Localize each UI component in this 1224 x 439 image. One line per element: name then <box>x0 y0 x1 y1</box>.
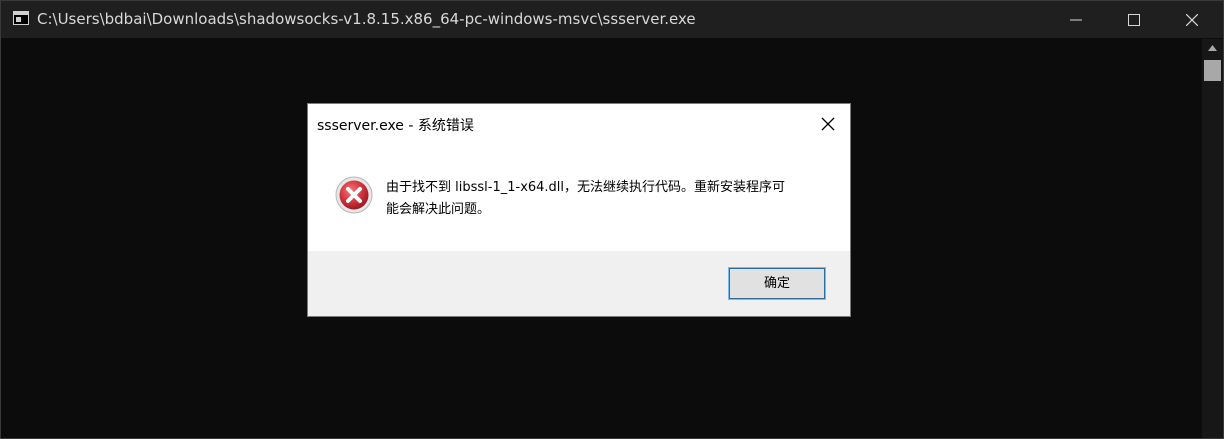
minimize-button[interactable] <box>1047 1 1105 38</box>
error-dialog: ssserver.exe - 系统错误 由于找不到 libssl-1_1-x64… <box>308 104 850 316</box>
window-title: C:\Users\bdbai\Downloads\shadowsocks-v1.… <box>37 10 696 28</box>
close-icon <box>1186 14 1198 26</box>
maximize-button[interactable] <box>1105 1 1163 38</box>
scroll-up-arrow-icon[interactable] <box>1208 45 1217 51</box>
close-icon <box>821 117 835 131</box>
vertical-scrollbar[interactable] <box>1202 39 1223 438</box>
ok-button[interactable]: 确定 <box>728 267 826 300</box>
maximize-icon <box>1128 14 1140 26</box>
console-app-icon <box>13 11 29 25</box>
error-message-line1: 由于找不到 libssl-1_1-x64.dll，无法继续执行代码。重新安装程序… <box>386 180 786 195</box>
dialog-close-button[interactable] <box>816 113 840 135</box>
close-button[interactable] <box>1163 1 1221 38</box>
error-message: 由于找不到 libssl-1_1-x64.dll，无法继续执行代码。重新安装程序… <box>386 177 826 221</box>
error-message-line2: 能会解决此问题。 <box>386 202 491 217</box>
title-bar[interactable]: C:\Users\bdbai\Downloads\shadowsocks-v1.… <box>1 1 1223 38</box>
dialog-footer: 确定 <box>308 251 850 316</box>
dialog-title: ssserver.exe - 系统错误 <box>317 118 474 134</box>
minimize-icon <box>1070 19 1082 21</box>
error-icon <box>335 176 373 214</box>
scroll-thumb[interactable] <box>1204 60 1221 81</box>
